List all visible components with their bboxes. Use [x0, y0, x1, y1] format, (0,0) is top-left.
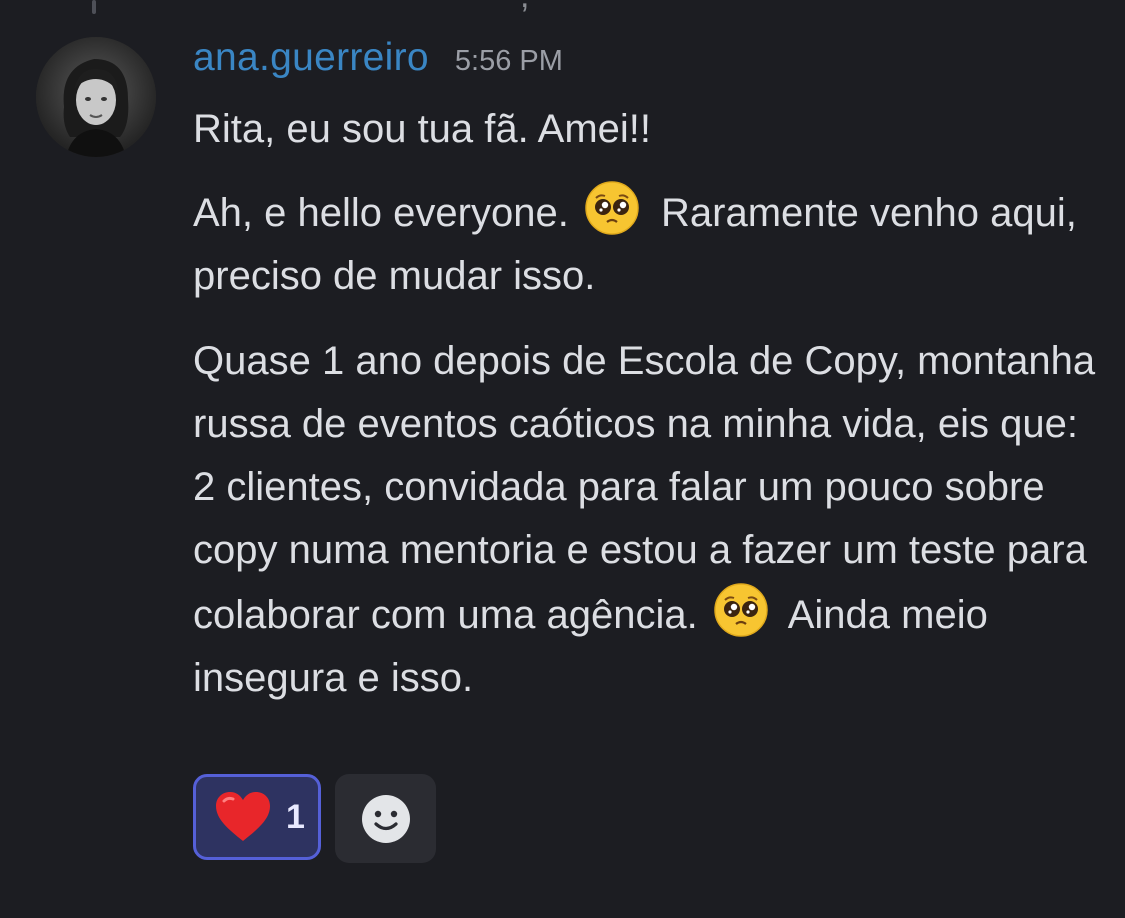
avatar-photo: [36, 37, 156, 157]
pleading-face-emoji: [585, 181, 639, 235]
username[interactable]: ana.guerreiro: [193, 36, 429, 80]
pleading-face-emoji: [714, 583, 768, 637]
add-reaction-button[interactable]: [335, 774, 436, 863]
chat-view: , ana.guerreiro 5:56 PM Rita, eu sou tua…: [0, 0, 1125, 918]
reaction-count: 1: [286, 797, 305, 836]
message-paragraph-2-text-before: Ah, e hello everyone.: [193, 191, 580, 235]
message-content: Rita, eu sou tua fã. Amei!! Ah, e hello …: [193, 98, 1103, 732]
smiley-add-reaction-icon: [361, 794, 410, 843]
message-paragraph-2: Ah, e hello everyone. Raramente venho aq…: [193, 180, 1103, 308]
reactions-bar: 1: [193, 774, 436, 863]
avatar[interactable]: [36, 37, 156, 157]
previous-message-thread-line: [92, 0, 96, 14]
timestamp: 5:56 PM: [454, 45, 563, 77]
red-heart-emoji: [216, 792, 270, 841]
previous-message-fragment: ,: [520, 0, 534, 13]
reaction-heart-button[interactable]: 1: [193, 774, 321, 860]
message-paragraph-3: Quase 1 ano depois de Escola de Copy, mo…: [193, 330, 1103, 710]
message-header: ana.guerreiro 5:56 PM: [193, 36, 563, 86]
message-paragraph-1: Rita, eu sou tua fã. Amei!!: [193, 107, 652, 151]
